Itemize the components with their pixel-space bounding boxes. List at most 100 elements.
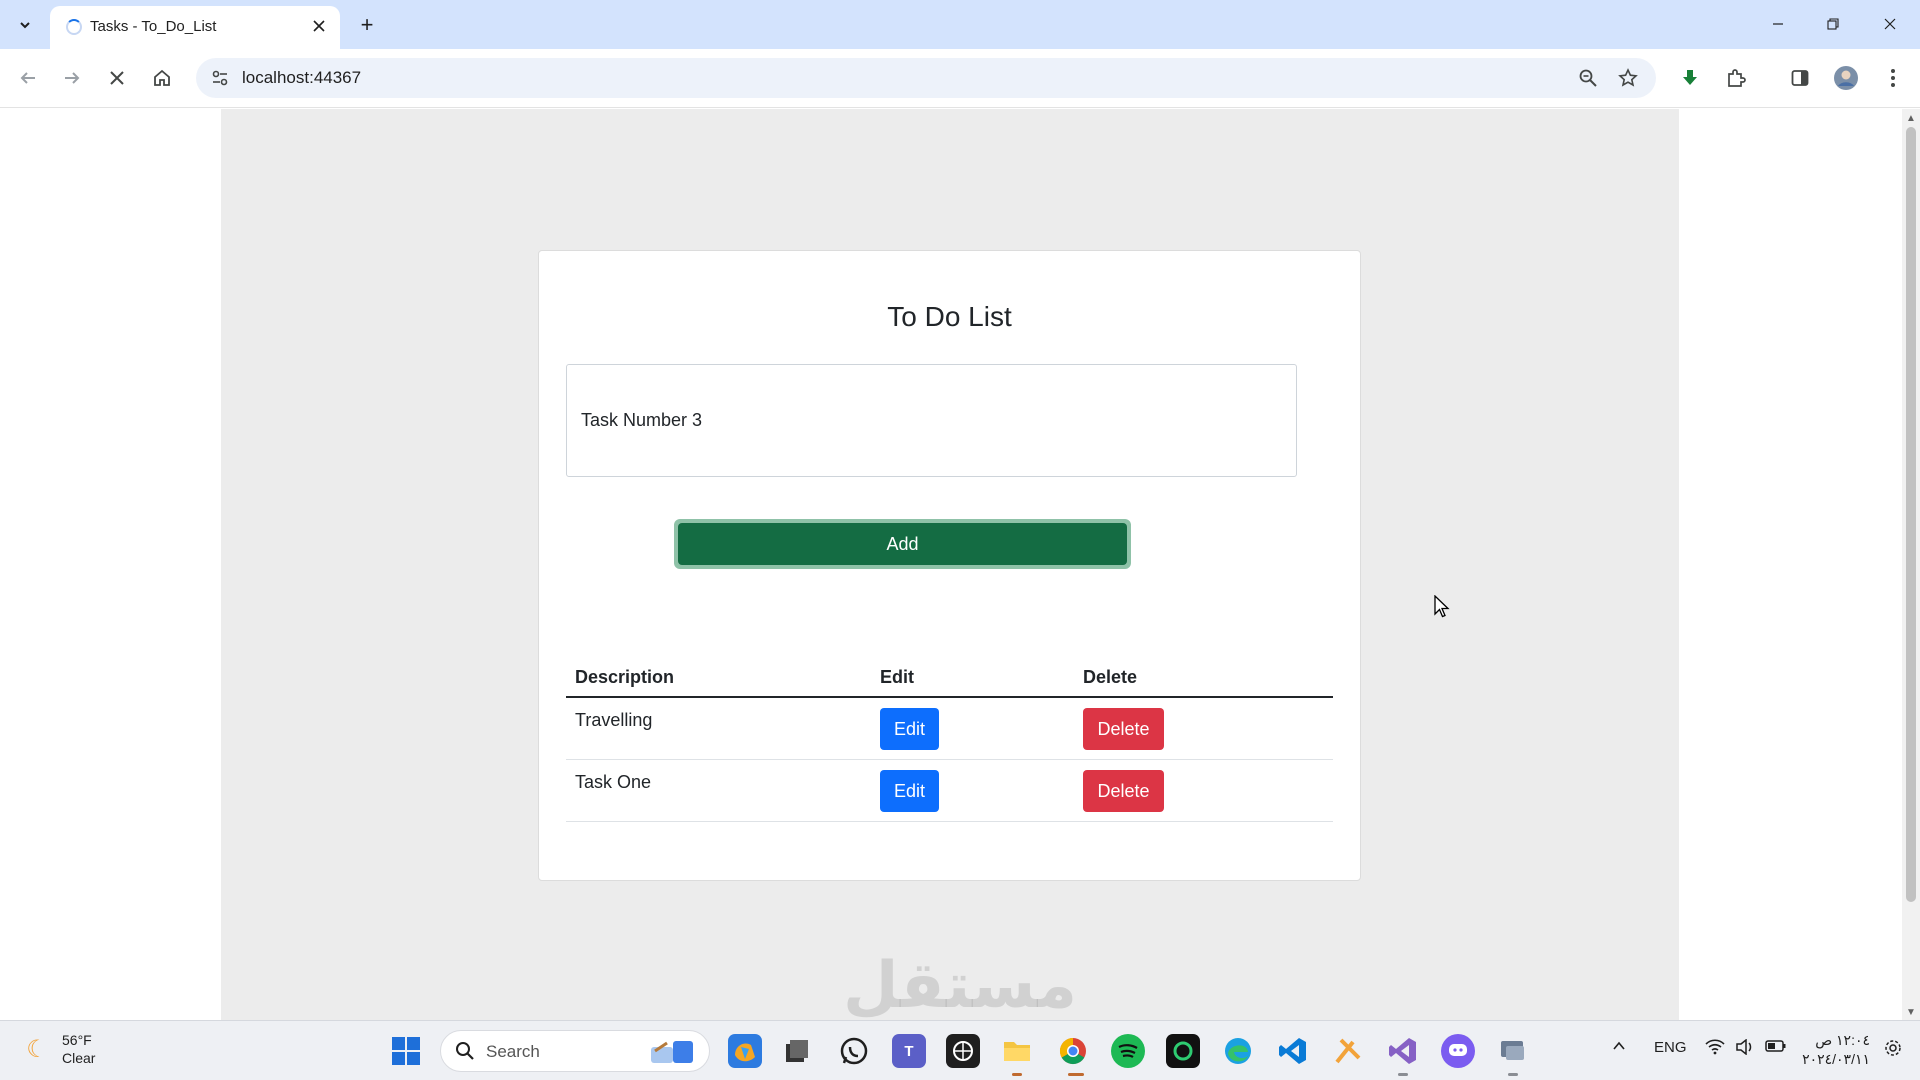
restore-icon (1827, 18, 1839, 30)
edge-icon (1225, 1038, 1251, 1064)
taskbar-app-vscode-icon[interactable] (1276, 1034, 1310, 1068)
search-highlight-icon (651, 1041, 693, 1063)
moon-icon: ☾ (26, 1035, 48, 1063)
profile-avatar[interactable] (1830, 62, 1862, 94)
battery-icon[interactable] (1765, 1039, 1787, 1057)
taskbar-app-teams-icon[interactable]: T (892, 1034, 926, 1068)
taskbar-app-media-icon[interactable] (1166, 1034, 1200, 1068)
whatsapp-icon (840, 1037, 868, 1065)
browser-toolbar: localhost:44367 (0, 49, 1920, 108)
wifi-icon[interactable] (1705, 1039, 1725, 1059)
language-indicator[interactable]: ENG (1654, 1039, 1687, 1056)
task-description: Travelling (575, 710, 653, 730)
tab-title: Tasks - To_Do_List (90, 18, 217, 35)
running-indicator (1398, 1073, 1408, 1076)
stop-loading-button[interactable] (101, 62, 133, 94)
running-indicator (1508, 1073, 1518, 1076)
search-placeholder: Search (486, 1042, 540, 1061)
scrollbar-thumb[interactable] (1906, 127, 1916, 902)
spotify-icon (1118, 1044, 1138, 1058)
extensions-button[interactable] (1720, 62, 1752, 94)
tab-close-button[interactable] (308, 15, 330, 37)
search-icon (456, 1042, 474, 1060)
add-button[interactable]: Add (678, 523, 1127, 565)
chat-bot-icon (1449, 1044, 1467, 1056)
home-icon (154, 69, 170, 86)
file-manager-icon (786, 1040, 808, 1062)
taskbar-app-visual-studio-icon[interactable] (1386, 1034, 1420, 1068)
star-icon (1618, 68, 1638, 87)
address-bar[interactable]: localhost:44367 (196, 58, 1656, 98)
site-info-button[interactable] (206, 64, 234, 92)
delete-button[interactable]: Delete (1083, 770, 1164, 812)
arrow-left-icon (20, 72, 35, 84)
column-header-edit: Edit (880, 667, 914, 687)
task-description: Task One (575, 772, 652, 792)
taskbar-app-tool-icon[interactable] (946, 1034, 980, 1068)
taskbar-search[interactable]: Search (440, 1030, 710, 1072)
edit-button[interactable]: Edit (880, 708, 939, 750)
taskbar-clock[interactable]: ١٢:٠٤ ص ٢٠٢٤/٠٣/١١ (1800, 1031, 1870, 1069)
clock-time: ١٢:٠٤ ص (1815, 1032, 1870, 1048)
back-button[interactable] (12, 62, 44, 94)
taskbar-app-explorer-icon[interactable] (1000, 1034, 1034, 1068)
download-button[interactable] (1674, 62, 1706, 94)
url-text[interactable]: localhost:44367 (242, 68, 361, 88)
page-viewport: To Do List Add Description Edit Delete T… (0, 109, 1902, 1020)
edit-button[interactable]: Edit (880, 770, 939, 812)
home-button[interactable] (146, 62, 178, 94)
column-header-description: Description (575, 667, 675, 687)
restore-button[interactable] (1813, 8, 1853, 40)
taskbar-app-chrome-icon[interactable] (1056, 1034, 1090, 1068)
compass-icon (953, 1041, 973, 1061)
browser-tab-active[interactable]: Tasks - To_Do_List (50, 6, 340, 49)
taskbar-app-spotify-icon[interactable] (1111, 1034, 1145, 1068)
taskbar-app-files-icon[interactable] (780, 1034, 814, 1068)
avatar-icon (1834, 66, 1858, 90)
scroll-up-arrow-icon[interactable]: ▲ (1906, 113, 1916, 124)
volume-icon[interactable] (1735, 1038, 1755, 1059)
new-tab-button[interactable]: + (352, 10, 382, 40)
tab-search-button[interactable] (8, 8, 42, 42)
chevron-up-icon (1613, 1041, 1625, 1050)
minimize-button[interactable] (1758, 8, 1798, 40)
weather-temperature: 56°F (62, 1032, 92, 1048)
taskbar-app-copilot-icon[interactable] (728, 1034, 762, 1068)
close-icon (110, 71, 124, 85)
taskbar-app-edge-icon[interactable] (1221, 1034, 1255, 1068)
zoom-button[interactable] (1576, 66, 1600, 90)
taskbar-app-tools-icon[interactable] (1331, 1034, 1365, 1068)
browser-menu-button[interactable] (1877, 62, 1909, 94)
notification-settings-icon (1885, 1040, 1901, 1056)
loading-spinner-icon (66, 19, 82, 35)
copilot-icon (735, 1043, 755, 1062)
notifications-button[interactable] (1884, 1039, 1902, 1061)
delete-button[interactable]: Delete (1083, 708, 1164, 750)
scroll-down-arrow-icon[interactable]: ▼ (1906, 1007, 1916, 1018)
todo-card: To Do List Add Description Edit Delete T… (538, 250, 1361, 881)
task-input[interactable] (566, 364, 1297, 477)
show-hidden-icons-button[interactable] (1612, 1039, 1626, 1057)
close-window-button[interactable] (1870, 8, 1910, 40)
taskbar-app-remote-icon[interactable] (1496, 1034, 1530, 1068)
active-indicator (1068, 1073, 1084, 1076)
close-icon (313, 20, 325, 32)
download-icon (1683, 70, 1697, 85)
windows-start-icon[interactable] (391, 1036, 421, 1066)
vscode-icon (1279, 1038, 1306, 1064)
watermark-logo: مستقل (842, 949, 1078, 1020)
arrow-right-icon (65, 72, 80, 84)
side-panel-button[interactable] (1784, 62, 1816, 94)
tune-icon (212, 70, 228, 86)
remote-desktop-icon (1501, 1041, 1524, 1060)
forward-button[interactable] (56, 62, 88, 94)
taskbar-app-chat-icon[interactable] (1441, 1034, 1475, 1068)
weather-widget[interactable]: ☾ 56°F Clear (22, 1031, 95, 1067)
windows-taskbar: ☾ 56°F Clear Search T ENG ١٢:٠٤ ص ٢٠٢٤/٠… (0, 1020, 1920, 1080)
zoom-icon (1579, 69, 1597, 87)
taskbar-app-whatsapp-icon[interactable] (837, 1034, 871, 1068)
more-vertical-icon (1891, 69, 1895, 87)
table-row: Task One Edit Delete (566, 760, 1333, 822)
bookmark-button[interactable] (1616, 66, 1640, 90)
page-scrollbar[interactable]: ▲ ▼ (1902, 109, 1920, 1020)
